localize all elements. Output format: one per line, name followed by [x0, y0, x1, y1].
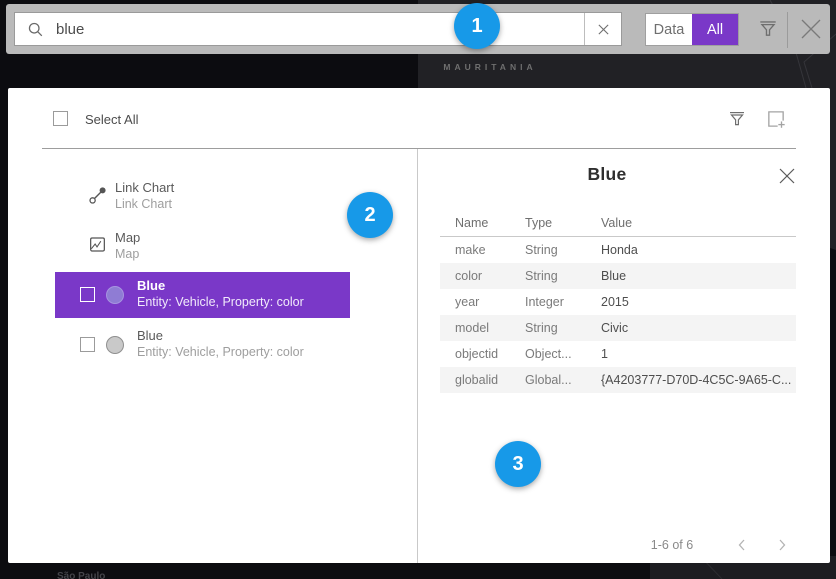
chevron-right-icon: [775, 538, 789, 552]
column-header-value: Value: [601, 216, 796, 230]
cell-name: make: [440, 243, 525, 257]
filter-icon: [757, 18, 779, 40]
annotation-badge-3: 3: [495, 441, 541, 487]
list-item-subtitle: Link Chart: [115, 196, 174, 212]
list-item-title: Map: [115, 230, 140, 246]
list-item-blue[interactable]: Blue Entity: Vehicle, Property: color: [55, 322, 350, 368]
map-label-mauritania: MAURITANIA: [443, 62, 536, 72]
list-item-blue-selected[interactable]: Blue Entity: Vehicle, Property: color: [55, 272, 350, 318]
table-row: objectid Object... 1: [440, 341, 796, 367]
cell-type: String: [525, 269, 601, 283]
clear-search-button[interactable]: [585, 13, 621, 45]
list-detail-divider: [417, 149, 418, 563]
cell-type: String: [525, 321, 601, 335]
cell-name: globalid: [440, 373, 525, 387]
table-row: make String Honda: [440, 237, 796, 263]
cell-value: Blue: [601, 269, 796, 283]
search-field[interactable]: [14, 12, 622, 46]
list-item-title: Blue: [137, 328, 304, 344]
entity-circle-icon: [106, 286, 124, 304]
list-item-title: Blue: [137, 278, 304, 294]
cell-type: Integer: [525, 295, 601, 309]
cell-name: year: [440, 295, 525, 309]
list-item-title: Link Chart: [115, 180, 174, 196]
search-input[interactable]: [54, 20, 584, 39]
list-item-subtitle: Entity: Vehicle, Property: color: [137, 344, 304, 360]
column-header-type: Type: [525, 216, 601, 230]
annotation-badge-1: 1: [454, 3, 500, 49]
entity-circle-icon: [106, 336, 124, 354]
list-item-map[interactable]: Map Map: [55, 224, 350, 270]
close-icon: [778, 167, 796, 185]
cell-value: {A4203777-D70D-4C5C-9A65-C...: [601, 373, 796, 387]
item-checkbox[interactable]: [80, 287, 95, 302]
table-row: model String Civic: [440, 315, 796, 341]
map-icon: [88, 235, 107, 254]
search-bar: Data All: [6, 4, 830, 54]
item-checkbox[interactable]: [80, 337, 95, 352]
table-header: Name Type Value: [440, 210, 796, 236]
cell-type: Global...: [525, 373, 601, 387]
detail-title: Blue: [418, 164, 796, 185]
column-header-name: Name: [440, 216, 525, 230]
cell-value: Honda: [601, 243, 796, 257]
search-icon: [27, 21, 44, 38]
link-chart-icon: [88, 185, 108, 205]
cell-value: 2015: [601, 295, 796, 309]
cell-name: objectid: [440, 347, 525, 361]
filter-icon: [727, 109, 747, 129]
annotation-badge-2: 2: [347, 192, 393, 238]
table-row: color String Blue: [440, 263, 796, 289]
cell-value: 1: [601, 347, 796, 361]
topbar-divider: [787, 12, 788, 48]
list-item-subtitle: Entity: Vehicle, Property: color: [137, 294, 304, 310]
filter-button[interactable]: [755, 16, 781, 42]
close-detail-button[interactable]: [776, 165, 798, 187]
chevron-left-icon: [735, 538, 749, 552]
map-label-sao-paulo: São Paulo: [57, 571, 105, 579]
close-icon: [798, 16, 824, 42]
table-row: year Integer 2015: [440, 289, 796, 315]
header-divider: [42, 148, 796, 149]
select-all-label: Select All: [85, 112, 138, 127]
scope-toggle: Data All: [645, 13, 739, 46]
list-item-link-chart[interactable]: Link Chart Link Chart: [55, 174, 350, 220]
close-search-button[interactable]: [797, 15, 825, 43]
select-all-checkbox[interactable]: [53, 111, 68, 126]
cell-type: Object...: [525, 347, 601, 361]
toggle-option-data[interactable]: Data: [646, 14, 692, 45]
pagination-next-button[interactable]: [771, 534, 793, 556]
list-item-subtitle: Map: [115, 246, 140, 262]
table-row: globalid Global... {A4203777-D70D-4C5C-9…: [440, 367, 796, 393]
add-to-new-window-button[interactable]: [764, 107, 788, 131]
pagination-prev-button[interactable]: [731, 534, 753, 556]
cell-type: String: [525, 243, 601, 257]
panel-filter-button[interactable]: [726, 108, 748, 130]
results-panel: Select All Link Chart: [8, 88, 830, 563]
pagination-label: 1-6 of 6: [602, 538, 742, 552]
cell-name: model: [440, 321, 525, 335]
cell-value: Civic: [601, 321, 796, 335]
clear-icon: [597, 23, 610, 36]
cell-name: color: [440, 269, 525, 283]
attribute-table: Name Type Value make String Honda color …: [440, 210, 796, 393]
toggle-option-all[interactable]: All: [692, 14, 738, 45]
add-window-icon: [765, 108, 787, 130]
